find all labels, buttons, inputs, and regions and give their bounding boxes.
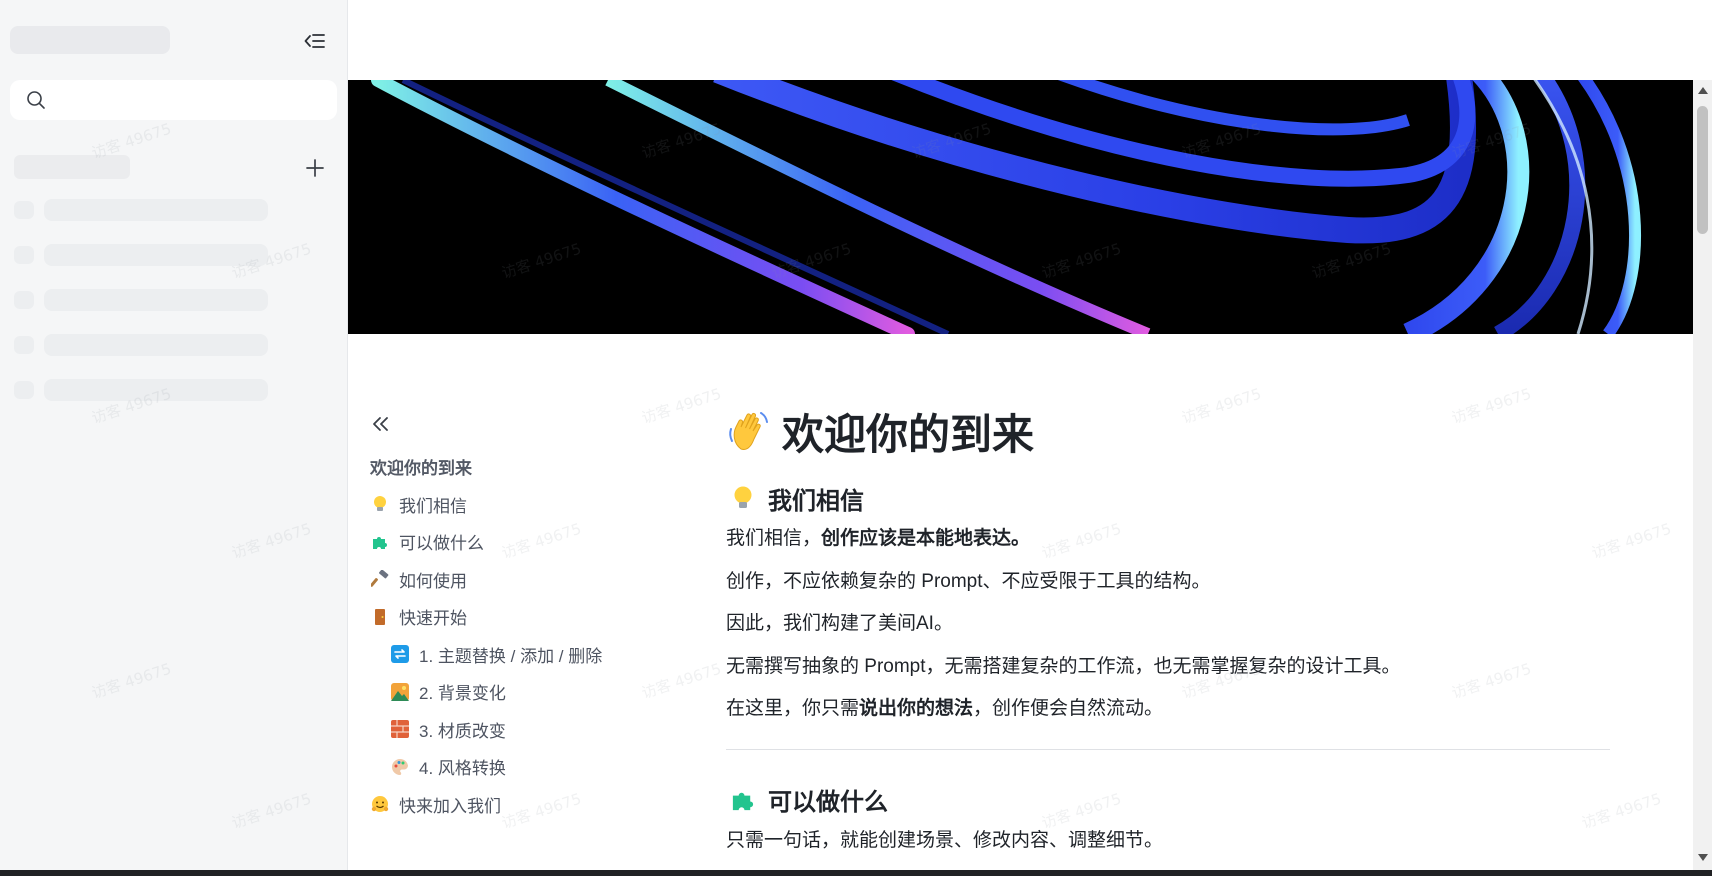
- sidebar: [0, 0, 348, 876]
- window-bottom-edge: [0, 870, 1712, 876]
- hammer-icon: [370, 569, 390, 589]
- sidebar-collapse-icon: [304, 34, 325, 48]
- workspace-title-skeleton: [10, 26, 170, 54]
- paragraph: 在这里，你只需说出你的想法，创作便会自然流动。: [726, 698, 1164, 719]
- outline-item-style-transfer[interactable]: 4. 风格转换: [370, 748, 670, 786]
- outline-collapse-button[interactable]: [370, 412, 396, 436]
- divider: [726, 748, 1610, 750]
- document-area: 欢迎你的到来 我们相信 可以做什么 如何使用 快速开始 1. 主题替换 / 添加…: [348, 0, 1693, 876]
- waving-hand-icon: [726, 408, 772, 454]
- outline-item-quick-start[interactable]: 快速开始: [370, 598, 670, 636]
- paragraph: 因此，我们构建了美间AI。: [726, 613, 953, 634]
- search-input[interactable]: [56, 92, 316, 108]
- section-heading-we-believe: 我们相信: [726, 478, 1616, 518]
- puzzle-piece-icon: [730, 787, 756, 813]
- section-heading-what-can-do: 可以做什么: [726, 780, 1616, 820]
- puzzle-piece-icon: [370, 532, 390, 552]
- outline-item-welcome[interactable]: 欢迎你的到来: [370, 448, 670, 486]
- page-list-skeleton-row: [14, 378, 268, 402]
- plus-icon: [306, 159, 324, 177]
- sidebar-collapse-button[interactable]: [300, 26, 330, 56]
- light-bulb-icon: [730, 485, 756, 511]
- page-list-skeleton-row: [14, 288, 268, 312]
- vertical-scrollbar[interactable]: [1693, 80, 1712, 870]
- document-outline: 欢迎你的到来 我们相信 可以做什么 如何使用 快速开始 1. 主题替换 / 添加…: [370, 412, 670, 823]
- double-chevron-left-icon: [373, 417, 388, 431]
- outline-item-background-change[interactable]: 2. 背景变化: [370, 673, 670, 711]
- page-title: 欢迎你的到来: [726, 400, 1616, 462]
- hugging-face-icon: [370, 794, 390, 814]
- brick-icon: [390, 719, 410, 739]
- paragraph: 只需一句话，就能创建场景、修改内容、调整细节。: [726, 829, 1164, 851]
- landscape-icon: [390, 682, 410, 702]
- outline-item-what-can-do[interactable]: 可以做什么: [370, 523, 670, 561]
- document-body: 欢迎你的到来 我们相信 我们相信，创作应该是本能地表达。 创作，不应依赖复杂的 …: [726, 400, 1616, 862]
- outline-item-how-to-use[interactable]: 如何使用: [370, 561, 670, 599]
- outline-item-join-us[interactable]: 快来加入我们: [370, 786, 670, 824]
- section-title-skeleton: [14, 155, 130, 179]
- outline-item-we-believe[interactable]: 我们相信: [370, 486, 670, 524]
- paragraph: 我们相信，创作应该是本能地表达。: [726, 528, 1031, 549]
- cover-ribbons-graphic: [371, 80, 1641, 334]
- page-list-skeleton-row: [14, 333, 268, 357]
- paragraph: 创作，不应依赖复杂的 Prompt、不应受限于工具的结构。: [726, 570, 1211, 592]
- scroll-down-arrow-icon[interactable]: [1693, 854, 1712, 866]
- paragraph: 无需撰写抽象的 Prompt，无需搭建复杂的工作流，也无需掌握复杂的设计工具。: [726, 655, 1401, 677]
- cover-image: [348, 80, 1693, 334]
- scroll-up-arrow-icon[interactable]: [1693, 86, 1712, 98]
- light-bulb-icon: [370, 494, 390, 514]
- scrollbar-thumb[interactable]: [1697, 106, 1708, 234]
- palette-icon: [390, 757, 410, 777]
- outline-item-theme-replace[interactable]: 1. 主题替换 / 添加 / 删除: [370, 636, 670, 674]
- page-list-skeleton-row: [14, 243, 268, 267]
- search-icon: [27, 91, 45, 109]
- page-list-skeleton-row: [14, 198, 268, 222]
- add-page-button[interactable]: [300, 153, 330, 183]
- sidebar-search[interactable]: [10, 80, 337, 120]
- outline-item-material-change[interactable]: 3. 材质改变: [370, 711, 670, 749]
- repeat-arrows-icon: [390, 644, 410, 664]
- door-icon: [370, 607, 390, 627]
